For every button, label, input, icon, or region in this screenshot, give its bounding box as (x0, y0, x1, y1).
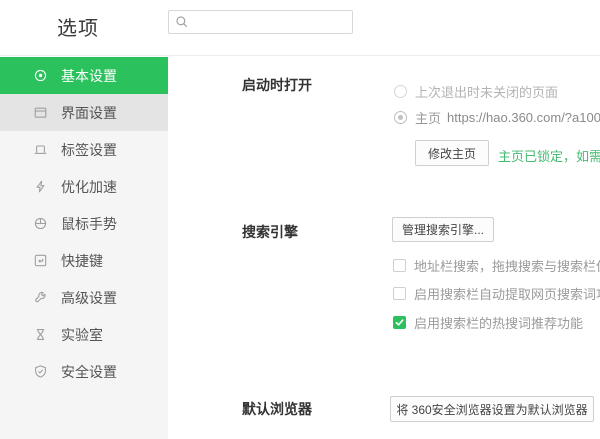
homepage-url: https://hao.360.com/?a100 (447, 110, 600, 125)
default-browser-section-label: 默认浏览器 (242, 401, 312, 417)
mouse-icon (33, 216, 48, 231)
sidebar: 基本设置 界面设置 标签设置 优化加速 鼠标手势 快捷键 高级设置 实验室 安全… (0, 57, 168, 439)
flask-icon (33, 327, 48, 342)
addressbar-search-label: 地址栏搜索，拖拽搜索与搜索栏保持 (414, 259, 600, 274)
sidebar-item-interface-settings[interactable]: 界面设置 (0, 94, 168, 131)
sidebar-item-tab-settings[interactable]: 标签设置 (0, 131, 168, 168)
modify-homepage-button[interactable]: 修改主页 (415, 140, 489, 166)
sidebar-item-label: 界面设置 (61, 104, 117, 121)
last-session-radio[interactable] (394, 85, 407, 98)
sidebar-item-label: 高级设置 (61, 289, 117, 306)
homepage-radio[interactable] (394, 111, 407, 124)
sidebar-item-optimization[interactable]: 优化加速 (0, 168, 168, 205)
sidebar-item-advanced-settings[interactable]: 高级设置 (0, 279, 168, 316)
sidebar-item-mouse-gestures[interactable]: 鼠标手势 (0, 205, 168, 242)
gear-icon (33, 68, 48, 83)
enter-key-icon (33, 253, 48, 268)
sidebar-item-label: 快捷键 (61, 252, 103, 269)
homepage-locked-note: 主页已锁定，如需修 (498, 146, 600, 165)
window-icon (33, 105, 48, 120)
tab-icon (33, 142, 48, 157)
auto-extract-checkbox[interactable] (393, 287, 406, 300)
sidebar-item-lab[interactable]: 实验室 (0, 316, 168, 353)
sidebar-item-label: 基本设置 (61, 67, 117, 84)
last-session-label: 上次退出时未关闭的页面 (415, 85, 559, 100)
wrench-icon (33, 290, 48, 305)
sidebar-item-label: 标签设置 (61, 141, 117, 158)
search-icon (176, 16, 188, 28)
checkbox-hot-words-row[interactable]: 启用搜索栏的热搜词推荐功能 (393, 313, 583, 332)
sidebar-item-basic-settings[interactable]: 基本设置 (0, 57, 168, 94)
hot-words-label: 启用搜索栏的热搜词推荐功能 (414, 316, 584, 331)
checkbox-addressbar-search-row[interactable]: 地址栏搜索，拖拽搜索与搜索栏保持 (393, 256, 600, 275)
sidebar-item-label: 实验室 (61, 326, 103, 343)
page-title: 选项 (57, 18, 99, 40)
checkbox-auto-extract-row[interactable]: 启用搜索栏自动提取网页搜索词功能 (393, 284, 600, 303)
search-box[interactable] (168, 10, 353, 34)
main-content: 启动时打开 上次退出时未关闭的页面 主页 https://hao.360.com… (168, 56, 600, 439)
search-input[interactable] (193, 13, 352, 31)
hot-words-checkbox[interactable] (393, 316, 406, 329)
check-icon (395, 319, 404, 326)
lightning-icon (33, 179, 48, 194)
startup-section-label: 启动时打开 (242, 77, 312, 93)
shield-check-icon (33, 364, 48, 379)
homepage-radio-label: 主页 (415, 111, 442, 126)
homepage-locked-text: 主页已锁定，如需修 (498, 149, 600, 164)
manage-search-engines-button[interactable]: 管理搜索引擎... (392, 217, 494, 242)
search-engine-section-label: 搜索引擎 (242, 224, 298, 240)
radio-homepage-row[interactable]: 主页 https://hao.360.com/?a100 (394, 108, 600, 127)
addressbar-search-checkbox[interactable] (393, 259, 406, 272)
sidebar-item-label: 鼠标手势 (61, 215, 117, 232)
radio-last-session-row[interactable]: 上次退出时未关闭的页面 (394, 82, 558, 101)
sidebar-item-security-settings[interactable]: 安全设置 (0, 353, 168, 390)
auto-extract-label: 启用搜索栏自动提取网页搜索词功能 (414, 287, 600, 302)
set-default-browser-button[interactable]: 将 360安全浏览器设置为默认浏览器 (390, 396, 594, 422)
header: 选项 (0, 0, 600, 56)
sidebar-item-label: 优化加速 (61, 178, 117, 195)
sidebar-item-shortcuts[interactable]: 快捷键 (0, 242, 168, 279)
sidebar-item-label: 安全设置 (61, 363, 117, 380)
